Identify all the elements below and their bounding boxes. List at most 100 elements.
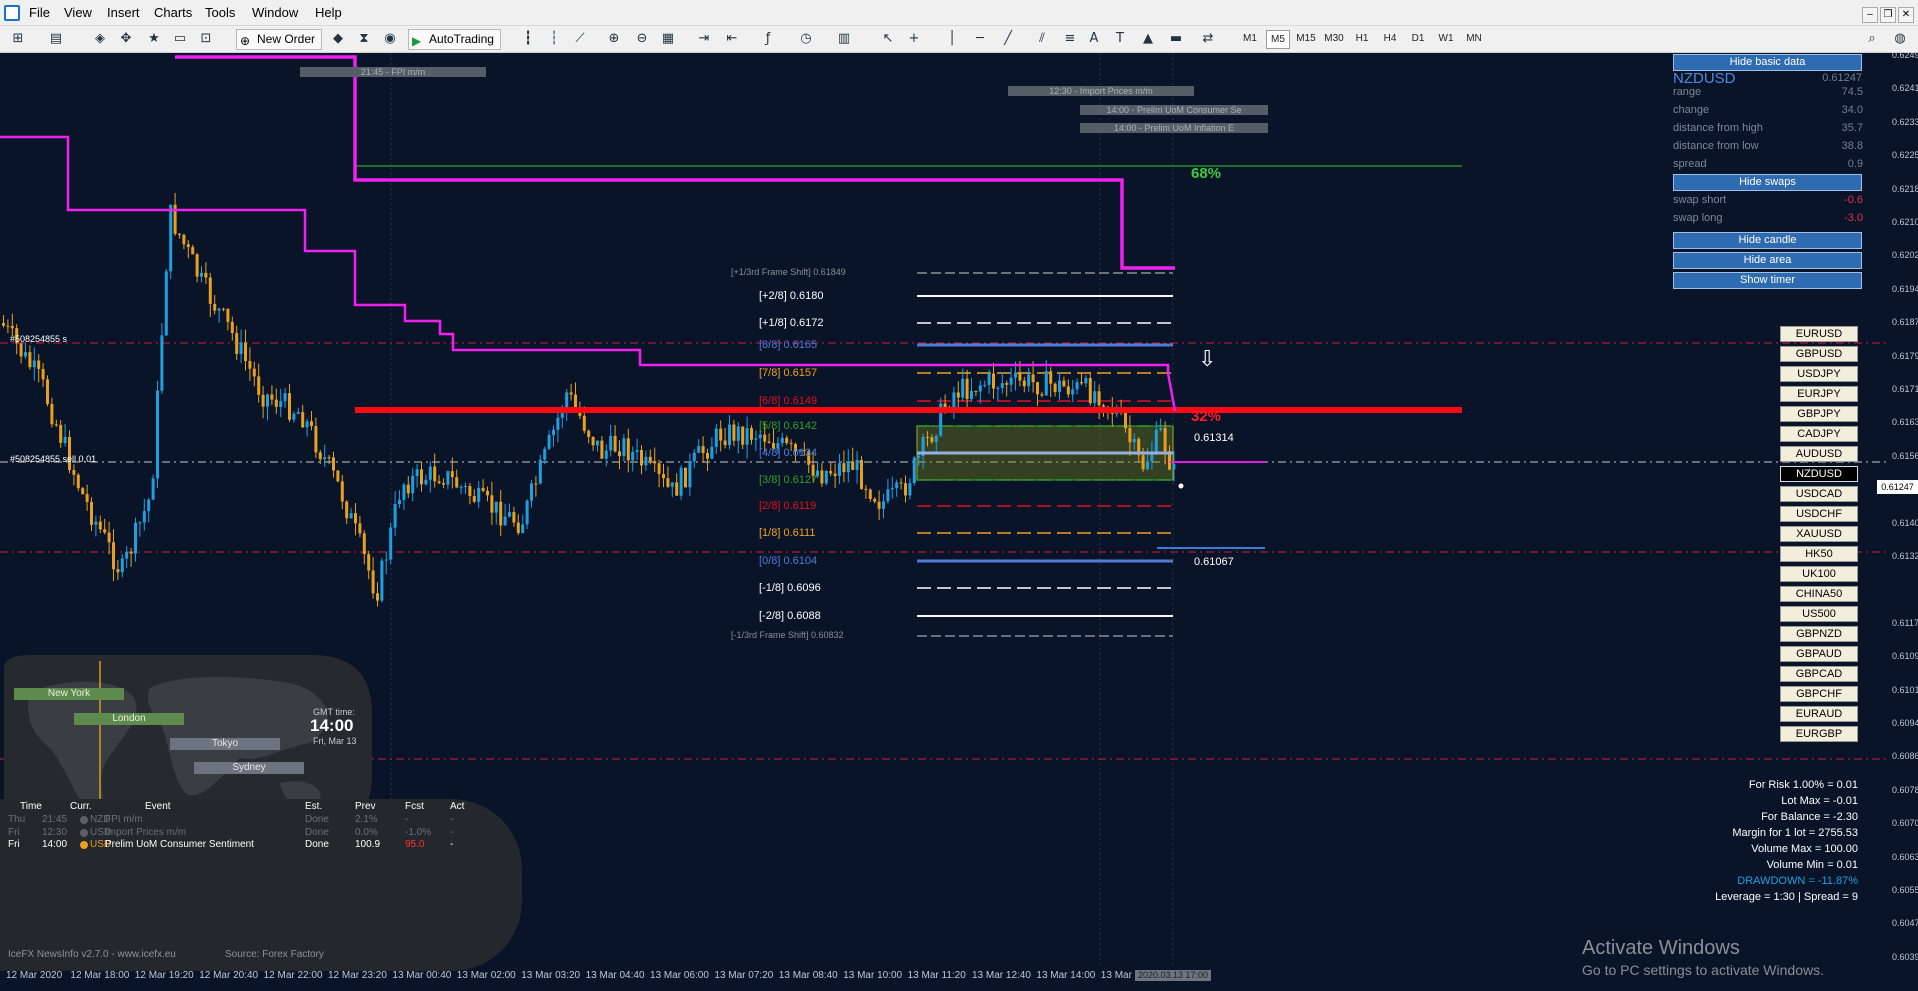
symbol-button-gbpnzd[interactable]: GBPNZD xyxy=(1780,626,1858,642)
candle xyxy=(393,491,397,537)
menu-view[interactable]: View xyxy=(64,5,92,20)
hide-basic-data-button[interactable]: Hide basic data xyxy=(1673,54,1862,71)
signals-icon[interactable]: ◉ xyxy=(382,31,398,47)
candlestick-icon[interactable]: ┆ xyxy=(546,31,562,47)
symbol-button-usdjpy[interactable]: USDJPY xyxy=(1780,366,1858,382)
candle xyxy=(142,498,146,531)
restore-icon[interactable]: ❐ xyxy=(1880,7,1896,23)
tf-d1[interactable]: D1 xyxy=(1406,30,1430,49)
menu-tools[interactable]: Tools xyxy=(205,5,235,20)
new-order-button[interactable]: ⊕ New Order xyxy=(236,29,323,50)
symbol-button-uk100[interactable]: UK100 xyxy=(1780,566,1858,582)
news-bar-fpi[interactable]: 21:45 - FPI m/m xyxy=(300,67,486,77)
symbol-button-hk50[interactable]: HK50 xyxy=(1780,546,1858,562)
tf-m15[interactable]: M15 xyxy=(1294,30,1318,49)
bar-chart-icon[interactable]: ┇ xyxy=(520,31,536,47)
hide-area-button[interactable]: Hide area xyxy=(1673,252,1862,269)
tf-h4[interactable]: H4 xyxy=(1378,30,1402,49)
menu-window[interactable]: Window xyxy=(252,5,298,20)
tf-w1[interactable]: W1 xyxy=(1434,30,1458,49)
fibonacci-icon[interactable]: ≡ xyxy=(1062,31,1078,47)
symbol-button-usdchf[interactable]: USDCHF xyxy=(1780,506,1858,522)
text-label-icon[interactable]: T xyxy=(1112,31,1128,47)
chart-window[interactable]: ⇩ 21:45 - FPI m/m 12:30 - Import Prices … xyxy=(0,53,1918,991)
symbol-button-eurjpy[interactable]: EURJPY xyxy=(1780,386,1858,402)
vertical-line-icon[interactable]: │ xyxy=(944,31,960,47)
menu-insert[interactable]: Insert xyxy=(107,5,140,20)
line-chart-icon[interactable]: ⟋ xyxy=(572,31,588,47)
symbol-button-gbpchf[interactable]: GBPCHF xyxy=(1780,686,1858,702)
periods-icon[interactable]: ◷ xyxy=(798,31,814,47)
news-bar-uom-inflation[interactable]: 14:00 - Prelim UoM Inflation E xyxy=(1080,123,1268,133)
candle xyxy=(508,503,511,518)
symbol-button-gbpcad[interactable]: GBPCAD xyxy=(1780,666,1858,682)
autoscroll-icon[interactable]: ⇤ xyxy=(724,31,740,47)
candle xyxy=(521,514,525,534)
menu-bar: File View Insert Charts Tools Window Hel… xyxy=(0,0,1918,26)
tile-windows-icon[interactable]: ▦ xyxy=(660,31,676,47)
trendline-icon[interactable]: ╱ xyxy=(1000,31,1016,47)
news-bar-import[interactable]: 12:30 - Import Prices m/m xyxy=(1008,86,1194,96)
arrow-shapes-icon[interactable]: ▲ xyxy=(1140,31,1156,47)
candle xyxy=(952,386,956,420)
symbol-button-gbpusd[interactable]: GBPUSD xyxy=(1780,346,1858,362)
indicators-icon[interactable]: ƒ xyxy=(760,31,776,47)
more-objects-icon[interactable]: ⇄ xyxy=(1200,31,1216,47)
symbol-button-euraud[interactable]: EURAUD xyxy=(1780,706,1858,722)
navigator-icon[interactable]: ✥ xyxy=(118,31,134,47)
tf-h1[interactable]: H1 xyxy=(1350,30,1374,49)
symbol-button-audusd[interactable]: AUDUSD xyxy=(1780,446,1858,462)
show-timer-button[interactable]: Show timer xyxy=(1673,272,1862,289)
zoom-out-icon[interactable]: ⊖ xyxy=(634,31,650,47)
favorites-icon[interactable]: ★ xyxy=(146,31,162,47)
cursor-icon[interactable]: ↖ xyxy=(880,31,896,47)
templates-icon[interactable]: ▥ xyxy=(836,31,852,47)
candle xyxy=(600,436,604,460)
candle xyxy=(261,385,265,419)
menu-help[interactable]: Help xyxy=(315,5,342,20)
terminal-icon[interactable]: ▭ xyxy=(172,31,188,47)
candle xyxy=(362,530,366,565)
profiles-icon[interactable]: ▤ xyxy=(48,31,64,47)
horizontal-line-icon[interactable]: ─ xyxy=(972,31,988,47)
tf-mn[interactable]: MN xyxy=(1462,30,1486,49)
rectangle-icon[interactable]: ▬ xyxy=(1168,31,1184,47)
candle xyxy=(684,467,687,488)
hide-candle-button[interactable]: Hide candle xyxy=(1673,232,1862,249)
equidistant-channel-icon[interactable]: ⫽ xyxy=(1034,31,1050,47)
market-watch-icon[interactable]: ◈ xyxy=(92,31,108,47)
symbol-button-usdcad[interactable]: USDCAD xyxy=(1780,486,1858,502)
text-icon[interactable]: A xyxy=(1086,31,1102,47)
symbol-button-xauusd[interactable]: XAUUSD xyxy=(1780,526,1858,542)
symbol-button-eurgbp[interactable]: EURGBP xyxy=(1780,726,1858,742)
close-icon[interactable]: ✕ xyxy=(1898,7,1914,23)
price-tick: 0.60395 xyxy=(1892,951,1918,962)
menu-file[interactable]: File xyxy=(29,5,50,20)
metaeditor-icon[interactable]: ◆ xyxy=(330,31,346,47)
symbol-button-china50[interactable]: CHINA50 xyxy=(1780,586,1858,602)
symbol-button-nzdusd[interactable]: NZDUSD xyxy=(1780,466,1858,482)
tf-m1[interactable]: M1 xyxy=(1238,30,1262,49)
tester-icon[interactable]: ⊡ xyxy=(198,31,214,47)
history-icon[interactable]: ⧗ xyxy=(356,31,372,47)
news-bar-uom-se[interactable]: 14:00 - Prelim UoM Consumer Se xyxy=(1080,105,1268,115)
symbol-button-gbpaud[interactable]: GBPAUD xyxy=(1780,646,1858,662)
search-icon[interactable]: ⌕ xyxy=(1864,31,1880,47)
minimize-icon[interactable]: – xyxy=(1862,7,1878,23)
new-chart-icon[interactable]: ⊞ xyxy=(10,31,26,47)
menu-charts[interactable]: Charts xyxy=(154,5,192,20)
chart-shift-icon[interactable]: ⇥ xyxy=(696,31,712,47)
tf-m5[interactable]: M5 xyxy=(1266,30,1290,49)
symbol-button-us500[interactable]: US500 xyxy=(1780,606,1858,622)
tf-m30[interactable]: M30 xyxy=(1322,30,1346,49)
community-icon[interactable]: ◍ xyxy=(1892,31,1908,47)
hide-swaps-button[interactable]: Hide swaps xyxy=(1673,174,1862,191)
zoom-in-icon[interactable]: ⊕ xyxy=(606,31,622,47)
candle xyxy=(596,440,599,452)
symbol-button-cadjpy[interactable]: CADJPY xyxy=(1780,426,1858,442)
candle xyxy=(349,507,353,519)
symbol-button-eurusd[interactable]: EURUSD xyxy=(1780,326,1858,342)
symbol-button-gbpjpy[interactable]: GBPJPY xyxy=(1780,406,1858,422)
crosshair-icon[interactable]: + xyxy=(906,31,922,47)
autotrading-button[interactable]: ▶ AutoTrading xyxy=(408,29,501,50)
